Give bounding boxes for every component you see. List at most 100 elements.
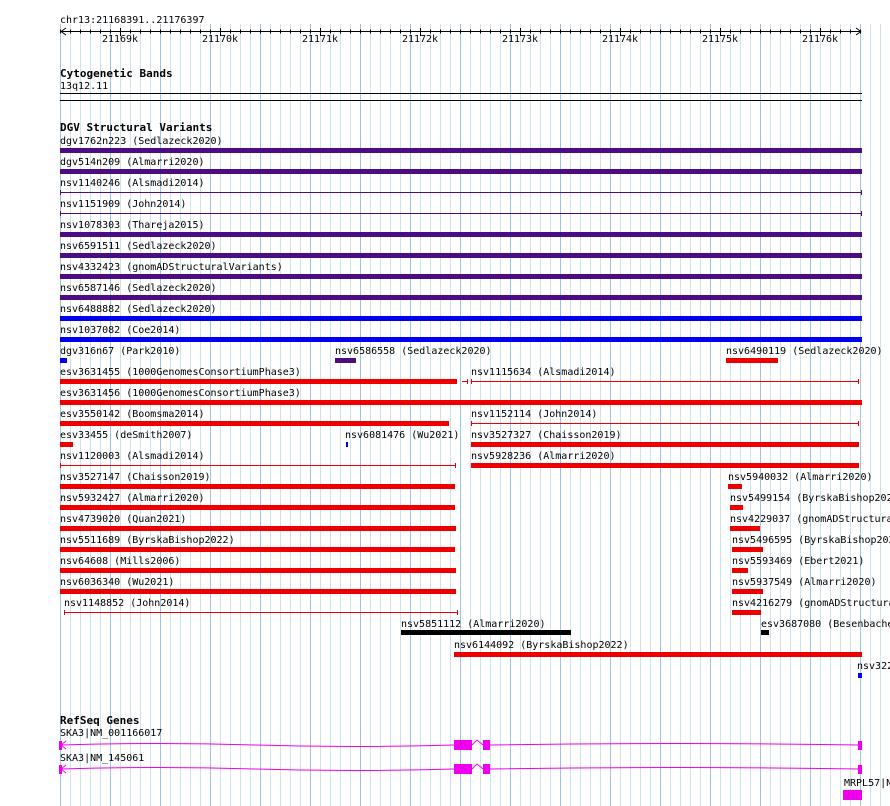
variant-bar[interactable] bbox=[471, 442, 859, 447]
variant-label[interactable]: nsv1140246 (Alsmadi2014) bbox=[60, 178, 205, 190]
variant-bar[interactable] bbox=[346, 442, 348, 447]
variant-label[interactable]: nsv4739020 (Quan2021) bbox=[60, 514, 186, 526]
variant-label[interactable]: nsv1151909 (John2014) bbox=[60, 199, 186, 211]
variant-label[interactable]: nsv4216279 (gnomADStructuralVariants) bbox=[732, 598, 890, 610]
variant-bar[interactable] bbox=[732, 547, 763, 552]
variant-bar[interactable] bbox=[858, 673, 862, 678]
variant-bar[interactable] bbox=[730, 526, 760, 531]
variant-bar[interactable] bbox=[728, 484, 742, 489]
variant-bar[interactable] bbox=[335, 358, 356, 363]
cytoband-label[interactable]: 13q12.11 bbox=[60, 81, 108, 93]
variant-bar[interactable] bbox=[60, 484, 455, 489]
exon bbox=[858, 765, 862, 774]
variant-label[interactable]: esv3631456 (1000GenomesConsortiumPhase3) bbox=[60, 388, 301, 400]
variant-bar[interactable] bbox=[454, 652, 862, 657]
variant-bar[interactable] bbox=[60, 295, 862, 300]
variant-label[interactable]: dgv1762n223 (Sedlazeck2020) bbox=[60, 136, 223, 148]
variant-label[interactable]: nsv1078303 (Thareja2015) bbox=[60, 220, 205, 232]
variant-bar[interactable] bbox=[60, 232, 862, 237]
variant-label[interactable]: nsv6591511 (Sedlazeck2020) bbox=[60, 241, 217, 253]
variant-line[interactable] bbox=[471, 423, 859, 424]
variant-label[interactable]: nsv4332423 (gnomADStructuralVariants) bbox=[60, 262, 283, 274]
variant-bar[interactable] bbox=[732, 589, 763, 594]
variant-label[interactable]: nsv5511689 (ByrskaBishop2022) bbox=[60, 535, 235, 547]
variant-bar[interactable] bbox=[60, 505, 455, 510]
variant-label[interactable]: nsv3527147 (Chaisson2019) bbox=[60, 472, 211, 484]
dgv-track-title: DGV Structural Variants bbox=[60, 121, 213, 134]
variant-label[interactable]: nsv5940032 (Almarri2020) bbox=[728, 472, 873, 484]
variant-label[interactable]: nsv1152114 (John2014) bbox=[471, 409, 597, 421]
exon bbox=[483, 764, 490, 774]
refseq-genes[interactable] bbox=[0, 730, 890, 806]
variant-bar[interactable] bbox=[60, 379, 457, 384]
variant-bar[interactable] bbox=[60, 547, 455, 552]
variant-bar[interactable] bbox=[60, 442, 73, 447]
variant-bar[interactable] bbox=[732, 568, 748, 573]
variant-label[interactable]: nsv6490119 (Sedlazeck2020) bbox=[726, 346, 883, 358]
variant-line[interactable] bbox=[60, 213, 862, 214]
variant-label[interactable]: nsv5496595 (ByrskaBishop2022) bbox=[732, 535, 890, 547]
variant-bar[interactable] bbox=[730, 505, 743, 510]
variant-bar[interactable] bbox=[60, 421, 449, 426]
variant-bar[interactable] bbox=[60, 337, 862, 342]
variant-bar[interactable] bbox=[60, 568, 456, 573]
variant-label[interactable]: nsv6036340 (Wu2021) bbox=[60, 577, 174, 589]
variant-line-cap bbox=[861, 211, 862, 216]
exon bbox=[483, 740, 490, 750]
variant-bar[interactable] bbox=[60, 169, 862, 174]
variant-bar[interactable] bbox=[60, 526, 456, 531]
variant-label[interactable]: esv3631455 (1000GenomesConsortiumPhase3) bbox=[60, 367, 301, 379]
variant-label[interactable]: nsv5593469 (Ebert2021) bbox=[732, 556, 864, 568]
variant-label[interactable]: nsv1120003 (Alsmadi2014) bbox=[60, 451, 205, 463]
variant-bar[interactable] bbox=[60, 316, 862, 321]
variant-bar[interactable] bbox=[60, 253, 862, 258]
variant-label[interactable]: nsv6587146 (Sedlazeck2020) bbox=[60, 283, 217, 295]
variant-label[interactable]: esv3550142 (Boomsma2014) bbox=[60, 409, 205, 421]
variant-line-cap bbox=[60, 463, 61, 468]
variant-line-cap bbox=[858, 379, 859, 384]
variant-line[interactable] bbox=[64, 612, 458, 613]
variant-label[interactable]: nsv3527327 (Chaisson2019) bbox=[471, 430, 622, 442]
variant-bar[interactable] bbox=[401, 630, 571, 635]
variant-label[interactable]: nsv6488882 (Sedlazeck2020) bbox=[60, 304, 217, 316]
variant-label[interactable]: nsv4229037 (gnomADStructuralVariants) bbox=[730, 514, 890, 526]
variant-line[interactable] bbox=[60, 465, 456, 466]
intron-line bbox=[60, 767, 455, 771]
variant-bar[interactable] bbox=[761, 630, 769, 635]
variant-label[interactable]: esv3687080 (Besenbacher2015) bbox=[761, 619, 890, 631]
variant-label[interactable]: nsv1148852 (John2014) bbox=[64, 598, 190, 610]
mrpl57-exon bbox=[843, 790, 862, 800]
ruler-tick-label: 21172k bbox=[401, 34, 439, 45]
variant-bar[interactable] bbox=[60, 148, 862, 153]
variant-label[interactable]: nsv6144092 (ByrskaBishop2022) bbox=[454, 640, 629, 652]
variant-bar[interactable] bbox=[732, 610, 761, 615]
variant-bar[interactable] bbox=[60, 589, 456, 594]
ruler-tick-label: 21171k bbox=[301, 34, 339, 45]
variant-label[interactable]: nsv5928236 (Almarri2020) bbox=[471, 451, 616, 463]
variant-label[interactable]: nsv6081476 (Wu2021) bbox=[345, 430, 459, 442]
variant-bar[interactable] bbox=[60, 274, 862, 279]
variant-bar[interactable] bbox=[726, 358, 778, 363]
variant-label[interactable]: nsv5499154 (ByrskaBishop2022) bbox=[730, 493, 890, 505]
variant-label[interactable]: nsv1037082 (Coe2014) bbox=[60, 325, 180, 337]
variant-label[interactable]: dgv514n209 (Almarri2020) bbox=[60, 157, 205, 169]
genome-browser-view: chr13:21168391..21176397 Cytogenetic Ban… bbox=[0, 0, 890, 806]
variant-label[interactable]: nsv6586558 (Sedlazeck2020) bbox=[335, 346, 492, 358]
intron-line bbox=[489, 767, 860, 770]
variant-label[interactable]: nsv64608 (Mills2006) bbox=[60, 556, 180, 568]
variant-label[interactable]: dgv316n67 (Park2010) bbox=[60, 346, 180, 358]
variant-bar[interactable] bbox=[60, 358, 67, 363]
variant-bar[interactable] bbox=[471, 463, 859, 468]
variant-line[interactable] bbox=[471, 381, 859, 382]
variant-line-cap bbox=[471, 421, 472, 426]
exon bbox=[858, 741, 862, 750]
variant-label[interactable]: nsv5932427 (Almarri2020) bbox=[60, 493, 205, 505]
ruler-tick-label: 21174k bbox=[601, 34, 639, 45]
variant-label[interactable]: nsv1115634 (Alsmadi2014) bbox=[471, 367, 616, 379]
variant-bar[interactable] bbox=[60, 400, 862, 405]
variant-label[interactable]: nsv3226 bbox=[857, 661, 890, 673]
variant-label[interactable]: nsv5937549 (Almarri2020) bbox=[732, 577, 877, 589]
variant-line[interactable] bbox=[60, 192, 862, 193]
intron-line bbox=[60, 743, 455, 747]
variant-label[interactable]: esv33455 (deSmith2007) bbox=[60, 430, 192, 442]
